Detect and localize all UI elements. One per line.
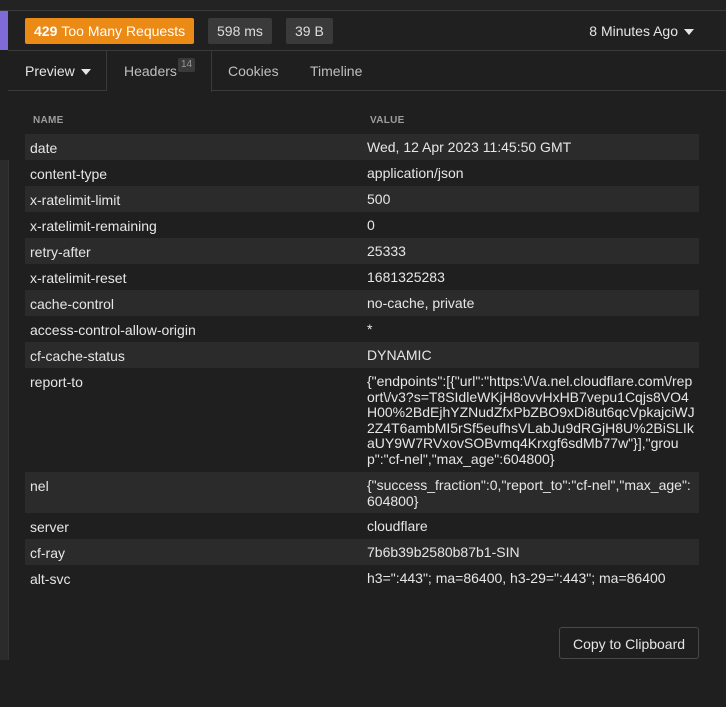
history-dropdown[interactable]: 8 Minutes Ago: [589, 18, 694, 44]
header-name: x-ratelimit-remaining: [30, 218, 157, 234]
header-name: x-ratelimit-reset: [30, 270, 127, 286]
status-code: 429: [34, 23, 58, 39]
headers-count-badge: 14: [178, 58, 196, 72]
table-row: cache-control no-cache, private: [25, 290, 699, 316]
header-value: Wed, 12 Apr 2023 11:45:50 GMT: [367, 139, 572, 155]
tab-cookies[interactable]: Cookies: [228, 51, 279, 91]
tab-divider: [212, 90, 726, 91]
header-value: *: [367, 321, 373, 337]
column-header-name: NAME: [33, 115, 64, 126]
header-name: report-to: [30, 374, 83, 390]
status-text: Too Many Requests: [61, 23, 186, 39]
table-row: x-ratelimit-remaining 0: [25, 212, 699, 238]
table-row: cf-cache-status DYNAMIC: [25, 342, 699, 368]
header-name: cf-ray: [30, 545, 65, 561]
header-name: retry-after: [30, 244, 91, 260]
table-row: report-to {"endpoints":[{"url":"https:\/\…: [25, 368, 699, 472]
header-value: 0: [367, 217, 375, 233]
response-tabs: Preview Headers 14 Cookies Timeline: [8, 51, 726, 92]
table-row: cf-ray 7b6b39b2580b87b1-SIN: [25, 539, 699, 565]
tab-headers[interactable]: Headers 14: [108, 51, 212, 92]
header-name: x-ratelimit-limit: [30, 192, 121, 208]
chevron-down-icon: [80, 69, 91, 76]
status-badge: 429 Too Many Requests: [25, 18, 195, 44]
request-accent-bar: [0, 11, 8, 50]
tab-preview[interactable]: Preview: [8, 51, 107, 91]
table-row: server cloudflare: [25, 513, 699, 539]
header-name: content-type: [30, 166, 108, 182]
header-name: nel: [30, 478, 49, 494]
table-row: retry-after 25333: [25, 238, 699, 264]
headers-table: NAME VALUE date Wed, 12 Apr 2023 11:45:50…: [25, 110, 699, 591]
table-row: alt-svc h3=":443"; ma=86400, h3-29=":443"…: [25, 565, 699, 591]
chevron-down-icon: [684, 29, 694, 36]
response-size-badge: 39 B: [286, 18, 333, 44]
time-ago-label: 8 Minutes Ago: [589, 23, 678, 39]
table-row: x-ratelimit-reset 1681325283: [25, 264, 699, 290]
column-header-value: VALUE: [370, 115, 405, 126]
left-scroll-gutter[interactable]: [0, 160, 9, 660]
table-row: date Wed, 12 Apr 2023 11:45:50 GMT: [25, 134, 699, 160]
header-name: access-control-allow-origin: [30, 322, 196, 338]
table-row: nel {"success_fraction":0,"report_to":"cf…: [25, 472, 699, 513]
table-header: NAME VALUE: [25, 110, 699, 134]
response-time-badge: 598 ms: [208, 18, 272, 44]
table-row: x-ratelimit-limit 500: [25, 186, 699, 212]
top-edge: [0, 0, 726, 11]
copy-to-clipboard-button[interactable]: Copy to Clipboard: [559, 627, 699, 659]
header-value: h3=":443"; ma=86400, h3-29=":443"; ma=86…: [367, 570, 666, 586]
header-name: cache-control: [30, 296, 115, 312]
tab-headers-label: Headers: [124, 63, 177, 79]
header-name: cf-cache-status: [30, 348, 125, 364]
response-status-bar: 429 Too Many Requests 598 ms 39 B 8 Minut…: [8, 11, 726, 51]
header-value: 25333: [367, 243, 406, 259]
tab-preview-label: Preview: [25, 63, 75, 79]
header-value: DYNAMIC: [367, 347, 432, 363]
header-value: cloudflare: [367, 518, 428, 534]
header-value: no-cache, private: [367, 295, 475, 311]
header-value: 500: [367, 191, 391, 207]
table-row: access-control-allow-origin *: [25, 316, 699, 342]
header-value: {"success_fraction":0,"report_to":"cf-ne…: [367, 477, 691, 509]
header-name: alt-svc: [30, 571, 71, 587]
header-name: server: [30, 519, 69, 535]
header-value: 1681325283: [367, 269, 445, 285]
table-row: content-type application/json: [25, 160, 699, 186]
header-value: 7b6b39b2580b87b1-SIN: [367, 544, 520, 560]
header-value: application/json: [367, 165, 464, 181]
tab-timeline[interactable]: Timeline: [310, 51, 362, 91]
header-name: date: [30, 140, 58, 156]
header-value: {"endpoints":[{"url":"https:\/\/a.nel.cl…: [367, 373, 695, 467]
